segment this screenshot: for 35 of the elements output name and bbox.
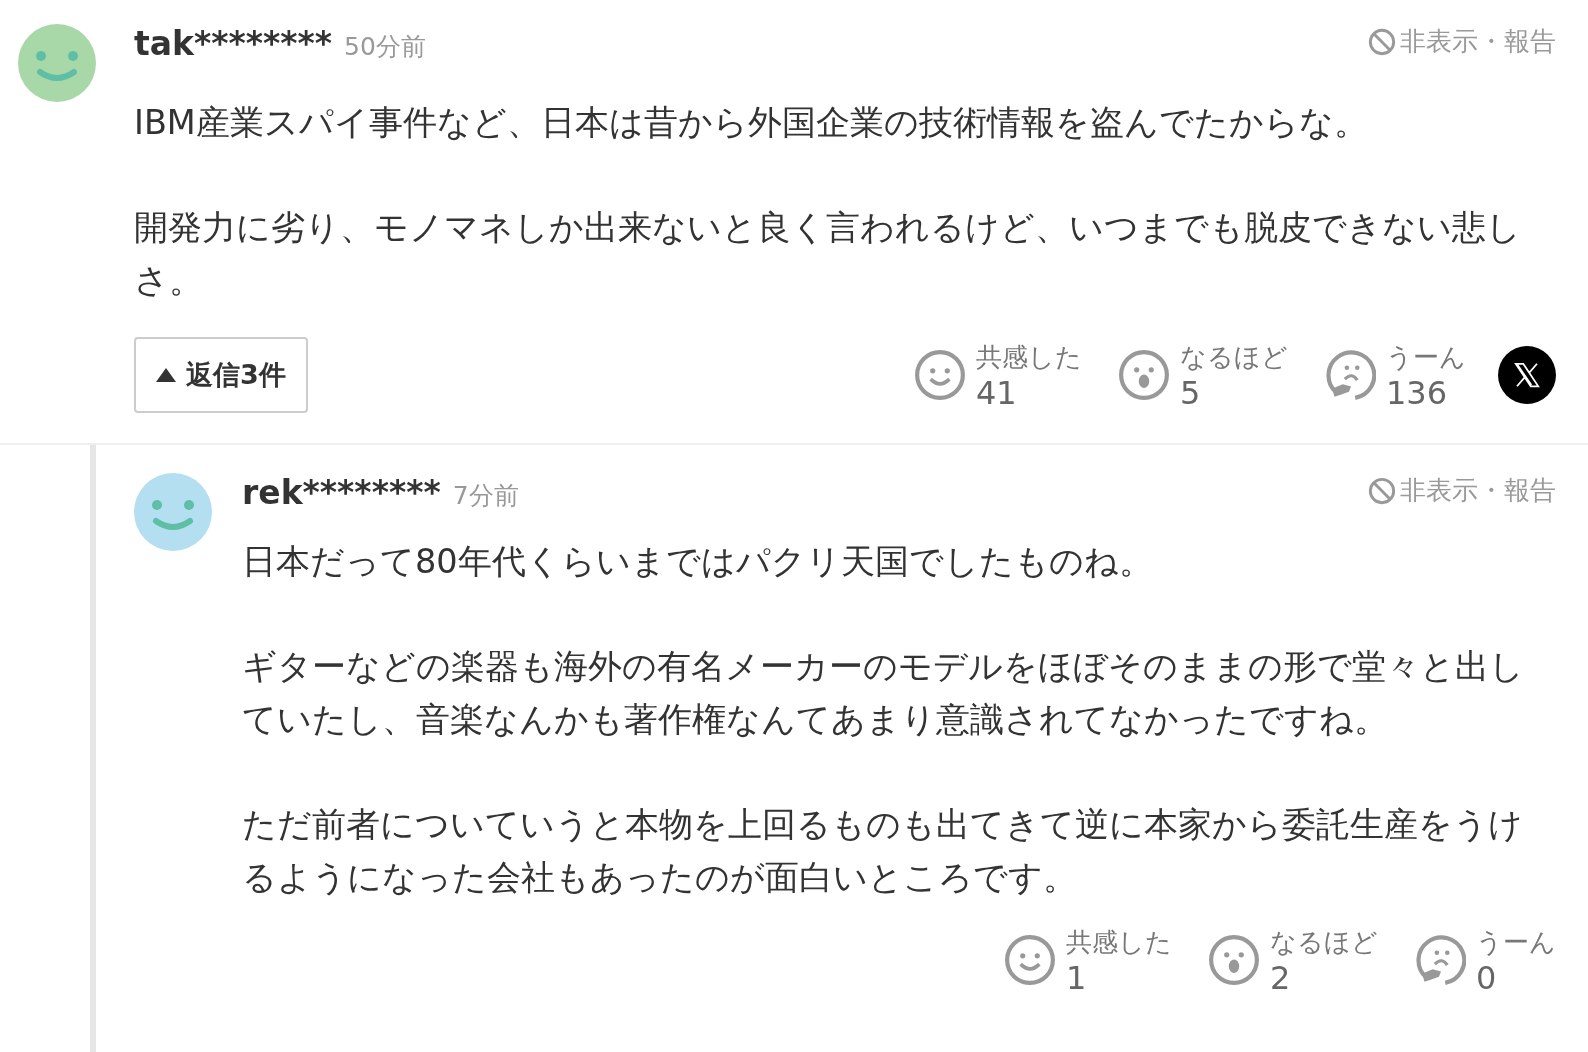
reaction-count: 5: [1180, 375, 1202, 411]
x-logo-icon: [1512, 360, 1542, 390]
user-name: tak********: [134, 24, 333, 63]
comment-text: ギターなどの楽器も海外の有名メーカーのモデルをほぼそのままの形で堂々と出していたし、音楽なんかも著作権なんてあまり意識されてなかったですね。: [242, 646, 1525, 741]
hide-report-link[interactable]: 非表示・報告: [1368, 473, 1556, 508]
surprised-face-icon[interactable]: [1208, 934, 1260, 986]
smiley-icon[interactable]: [914, 349, 966, 401]
reaction-label: うーん: [1386, 341, 1466, 374]
comment-text: ただ前者についていうと本物を上回るものも出てきて逆に本家から委託生産をうけるようになった会社もあったのが面白いところです。: [242, 804, 1524, 899]
comment-text: 開発力に劣り、モノマネしか出来ないと良く言われるけど、いつまでも脱皮できない悲しさ。: [134, 207, 1522, 302]
reaction-count: 41: [976, 375, 1018, 411]
prohibited-icon: [1368, 27, 1396, 56]
thinking-face-icon[interactable]: [1324, 349, 1376, 401]
post-time: 50分前: [344, 31, 426, 63]
smiley-icon[interactable]: [1004, 934, 1056, 986]
hide-report-link[interactable]: 非表示・報告: [1368, 24, 1556, 59]
user-name: rek********: [242, 473, 441, 512]
reaction-count: 2: [1270, 960, 1292, 996]
comment-text: IBM産業スパイ事件など、日本は昔から外国企業の技術情報を盗んでたからな。: [134, 102, 1369, 144]
surprised-face-icon[interactable]: [1118, 349, 1170, 401]
reaction-label: なるほど: [1180, 341, 1288, 374]
post-time: 7分前: [452, 480, 519, 512]
comment-text: 日本だって80年代くらいまではパクリ天国でしたものね。: [242, 541, 1154, 583]
reaction-count: 1: [1066, 960, 1088, 996]
triangle-icon: [156, 368, 176, 382]
reaction-label: なるほど: [1270, 926, 1378, 959]
prohibited-icon: [1368, 476, 1396, 505]
x-share-button[interactable]: [1498, 346, 1556, 404]
reaction-label: 共感した: [976, 341, 1082, 374]
reaction-count: 136: [1386, 375, 1449, 411]
reaction-label: うーん: [1476, 926, 1556, 959]
reaction-count: 0: [1476, 960, 1498, 996]
thinking-face-icon[interactable]: [1414, 934, 1466, 986]
reaction-label: 共感した: [1066, 926, 1172, 959]
replies-button[interactable]: 返信3件: [134, 337, 308, 413]
